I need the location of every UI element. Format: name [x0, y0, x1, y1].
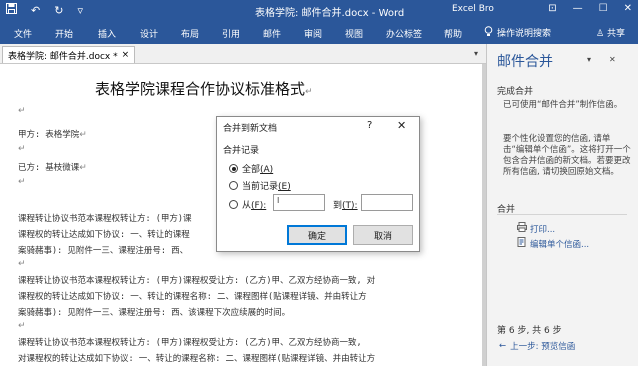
- radio-all[interactable]: 全部(A): [229, 162, 273, 175]
- tab-mailings[interactable]: 邮件: [263, 27, 281, 40]
- tab-home[interactable]: 开始: [55, 27, 73, 40]
- radio-from-label: 从(F):: [242, 201, 267, 211]
- empty-paragraph: ↵: [18, 321, 26, 331]
- radio-all-button[interactable]: [229, 164, 238, 173]
- paragraph-3-line-2: 对课程权的转让达成如下协议: 一、转让的课程名称: 二、课程图样(贴课程详镜、并…: [18, 354, 376, 364]
- tab-office-tabs[interactable]: 办公标签: [386, 27, 422, 40]
- empty-paragraph: ↵: [18, 144, 26, 154]
- save-icon[interactable]: [6, 3, 17, 18]
- merge-to-new-document-dialog: 合并到新文档 ? ✕ 合并记录 全部(A) 当前记录(E) 从(F): I 到(…: [216, 116, 420, 252]
- undo-icon[interactable]: ↶: [31, 4, 40, 18]
- previous-step-label: 上一步: 预览信函: [510, 342, 576, 352]
- radio-current-record-label: 当前记录(E): [242, 182, 291, 192]
- previous-step-link[interactable]: ← 上一步: 预览信函: [499, 340, 575, 352]
- dialog-title: 合并到新文档: [223, 124, 278, 134]
- party-b-line: 已方: 基枝微课↵: [18, 163, 87, 173]
- qat-customize-icon[interactable]: ▿: [77, 4, 83, 18]
- paragraph-2-line-2: 课程权的转让达成如下协议: 一、转让的课程名称: 二、课程图样(贴课程详镜、并由…: [18, 292, 367, 302]
- minimize-button[interactable]: —: [573, 3, 583, 14]
- close-tab-icon[interactable]: ×: [122, 50, 130, 60]
- share-button[interactable]: ♙ 共享: [596, 26, 625, 39]
- edit-individual-letters-link[interactable]: 编辑单个信函...: [517, 237, 589, 250]
- tab-view[interactable]: 视图: [345, 27, 363, 40]
- personalize-text: 要个性化设置您的信函, 请单击“编辑单个信函”。这将打开一个包含合并信函的新文档…: [503, 134, 631, 177]
- radio-current-record-button[interactable]: [229, 181, 238, 190]
- tell-me-search[interactable]: 操作说明搜索: [484, 26, 551, 40]
- empty-paragraph: ↵: [18, 106, 26, 116]
- document-heading: 表格学院课程合作协议标准格式↵: [95, 80, 313, 98]
- share-label: 共享: [606, 29, 625, 39]
- cancel-button[interactable]: 取消: [353, 225, 413, 245]
- paragraph-1-line-1: 课程转让协议书范本课程权转让方: (甲方)课: [18, 214, 192, 224]
- ribbon-display-options-icon[interactable]: ⊡: [548, 3, 556, 14]
- ribbon-tab-bar: 文件 开始 插入 设计 布局 引用 邮件 审阅 视图 办公标签 帮助 操作说明搜…: [0, 22, 638, 44]
- pane-close-icon[interactable]: ✕: [609, 55, 616, 64]
- window-title: 表格学院: 邮件合并.docx - Word: [255, 8, 405, 19]
- quick-access-toolbar: ↶ ↻ ▿: [6, 3, 83, 18]
- edit-document-icon: [517, 237, 527, 250]
- document-tab[interactable]: 表格学院: 邮件合并.docx * ×: [2, 46, 136, 63]
- tell-me-label: 操作说明搜索: [497, 29, 552, 39]
- radio-from-button[interactable]: [229, 200, 238, 209]
- arrow-left-icon: ←: [499, 341, 507, 351]
- window-controls: ⊡ — ☐ ✕: [548, 3, 632, 14]
- pane-options-dropdown-icon[interactable]: ▾: [587, 55, 591, 64]
- close-window-button[interactable]: ✕: [624, 3, 632, 14]
- paragraph-1-line-3: 案骑赭事): 见附件一三、课程注册号: 西、: [18, 246, 189, 256]
- empty-paragraph: ↵: [18, 259, 26, 269]
- tab-list-dropdown-icon[interactable]: ▾: [474, 49, 478, 58]
- printer-icon: [517, 222, 527, 235]
- pane-title: 邮件合并: [497, 54, 553, 70]
- tab-review[interactable]: 审阅: [304, 27, 322, 40]
- dialog-help-button[interactable]: ?: [367, 120, 372, 131]
- dialog-close-button[interactable]: ✕: [397, 119, 406, 132]
- paragraph-3-line-1: 课程转让协议书范本课程权转让方: (甲方)课程权受让方: (乙方)甲、乙双方经协…: [18, 338, 362, 348]
- tab-file[interactable]: 文件: [14, 27, 32, 40]
- empty-paragraph: ↵: [18, 177, 26, 187]
- merge-records-group-label: 合并记录: [223, 146, 260, 156]
- complete-merge-heading: 完成合并: [497, 87, 534, 97]
- to-record-input[interactable]: [361, 194, 413, 211]
- restore-button[interactable]: ☐: [599, 3, 608, 14]
- complete-merge-text: 已可使用“邮件合并”制作信函。: [503, 100, 623, 110]
- paragraph-2-line-3: 案骑赭事): 见附件一三、课程注册号: 西、该课程下次应续展的时间。: [18, 308, 291, 318]
- radio-from[interactable]: 从(F):: [229, 198, 266, 211]
- document-tab-strip: 表格学院: 邮件合并.docx * × ▾: [0, 44, 486, 64]
- from-record-input[interactable]: I: [273, 194, 325, 211]
- tab-layout[interactable]: 布局: [181, 27, 199, 40]
- mail-merge-pane: 邮件合并 ▾ ✕ 完成合并 已可使用“邮件合并”制作信函。 要个性化设置您的信函…: [486, 44, 638, 366]
- radio-current-record[interactable]: 当前记录(E): [229, 179, 291, 192]
- paragraph-2-line-1: 课程转让协议书范本课程权转让方: (甲方)课程权受让方: (乙方)甲、乙双方经协…: [18, 276, 376, 286]
- radio-all-label: 全部(A): [242, 165, 274, 175]
- pane-controls: ▾ ✕: [587, 55, 616, 64]
- lightbulb-icon: [484, 26, 493, 40]
- party-a-line: 甲方: 表格学院↵: [18, 130, 87, 140]
- print-link[interactable]: 打印...: [517, 222, 555, 235]
- ok-button[interactable]: 确定: [287, 225, 347, 245]
- user-name[interactable]: Excel Bro: [452, 4, 494, 14]
- print-link-label: 打印...: [530, 224, 556, 235]
- merge-section-divider: [497, 214, 627, 215]
- person-icon: ♙: [596, 29, 605, 39]
- tab-references[interactable]: 引用: [222, 27, 240, 40]
- tab-design[interactable]: 设计: [140, 27, 158, 40]
- step-indicator: 第 6 步, 共 6 步: [497, 326, 562, 336]
- redo-icon[interactable]: ↻: [54, 4, 63, 18]
- document-tab-label: 表格学院: 邮件合并.docx *: [8, 51, 118, 62]
- paragraph-1-line-2: 课程权的转让达成如下协议: 一、转让的课程: [18, 230, 190, 240]
- edit-individual-letters-label: 编辑单个信函...: [530, 239, 590, 250]
- to-label: 到(T):: [333, 201, 358, 211]
- title-bar: ↶ ↻ ▿ 表格学院: 邮件合并.docx - Word Excel Bro ⊡…: [0, 0, 638, 22]
- tab-help[interactable]: 帮助: [444, 27, 462, 40]
- tab-insert[interactable]: 插入: [98, 27, 116, 40]
